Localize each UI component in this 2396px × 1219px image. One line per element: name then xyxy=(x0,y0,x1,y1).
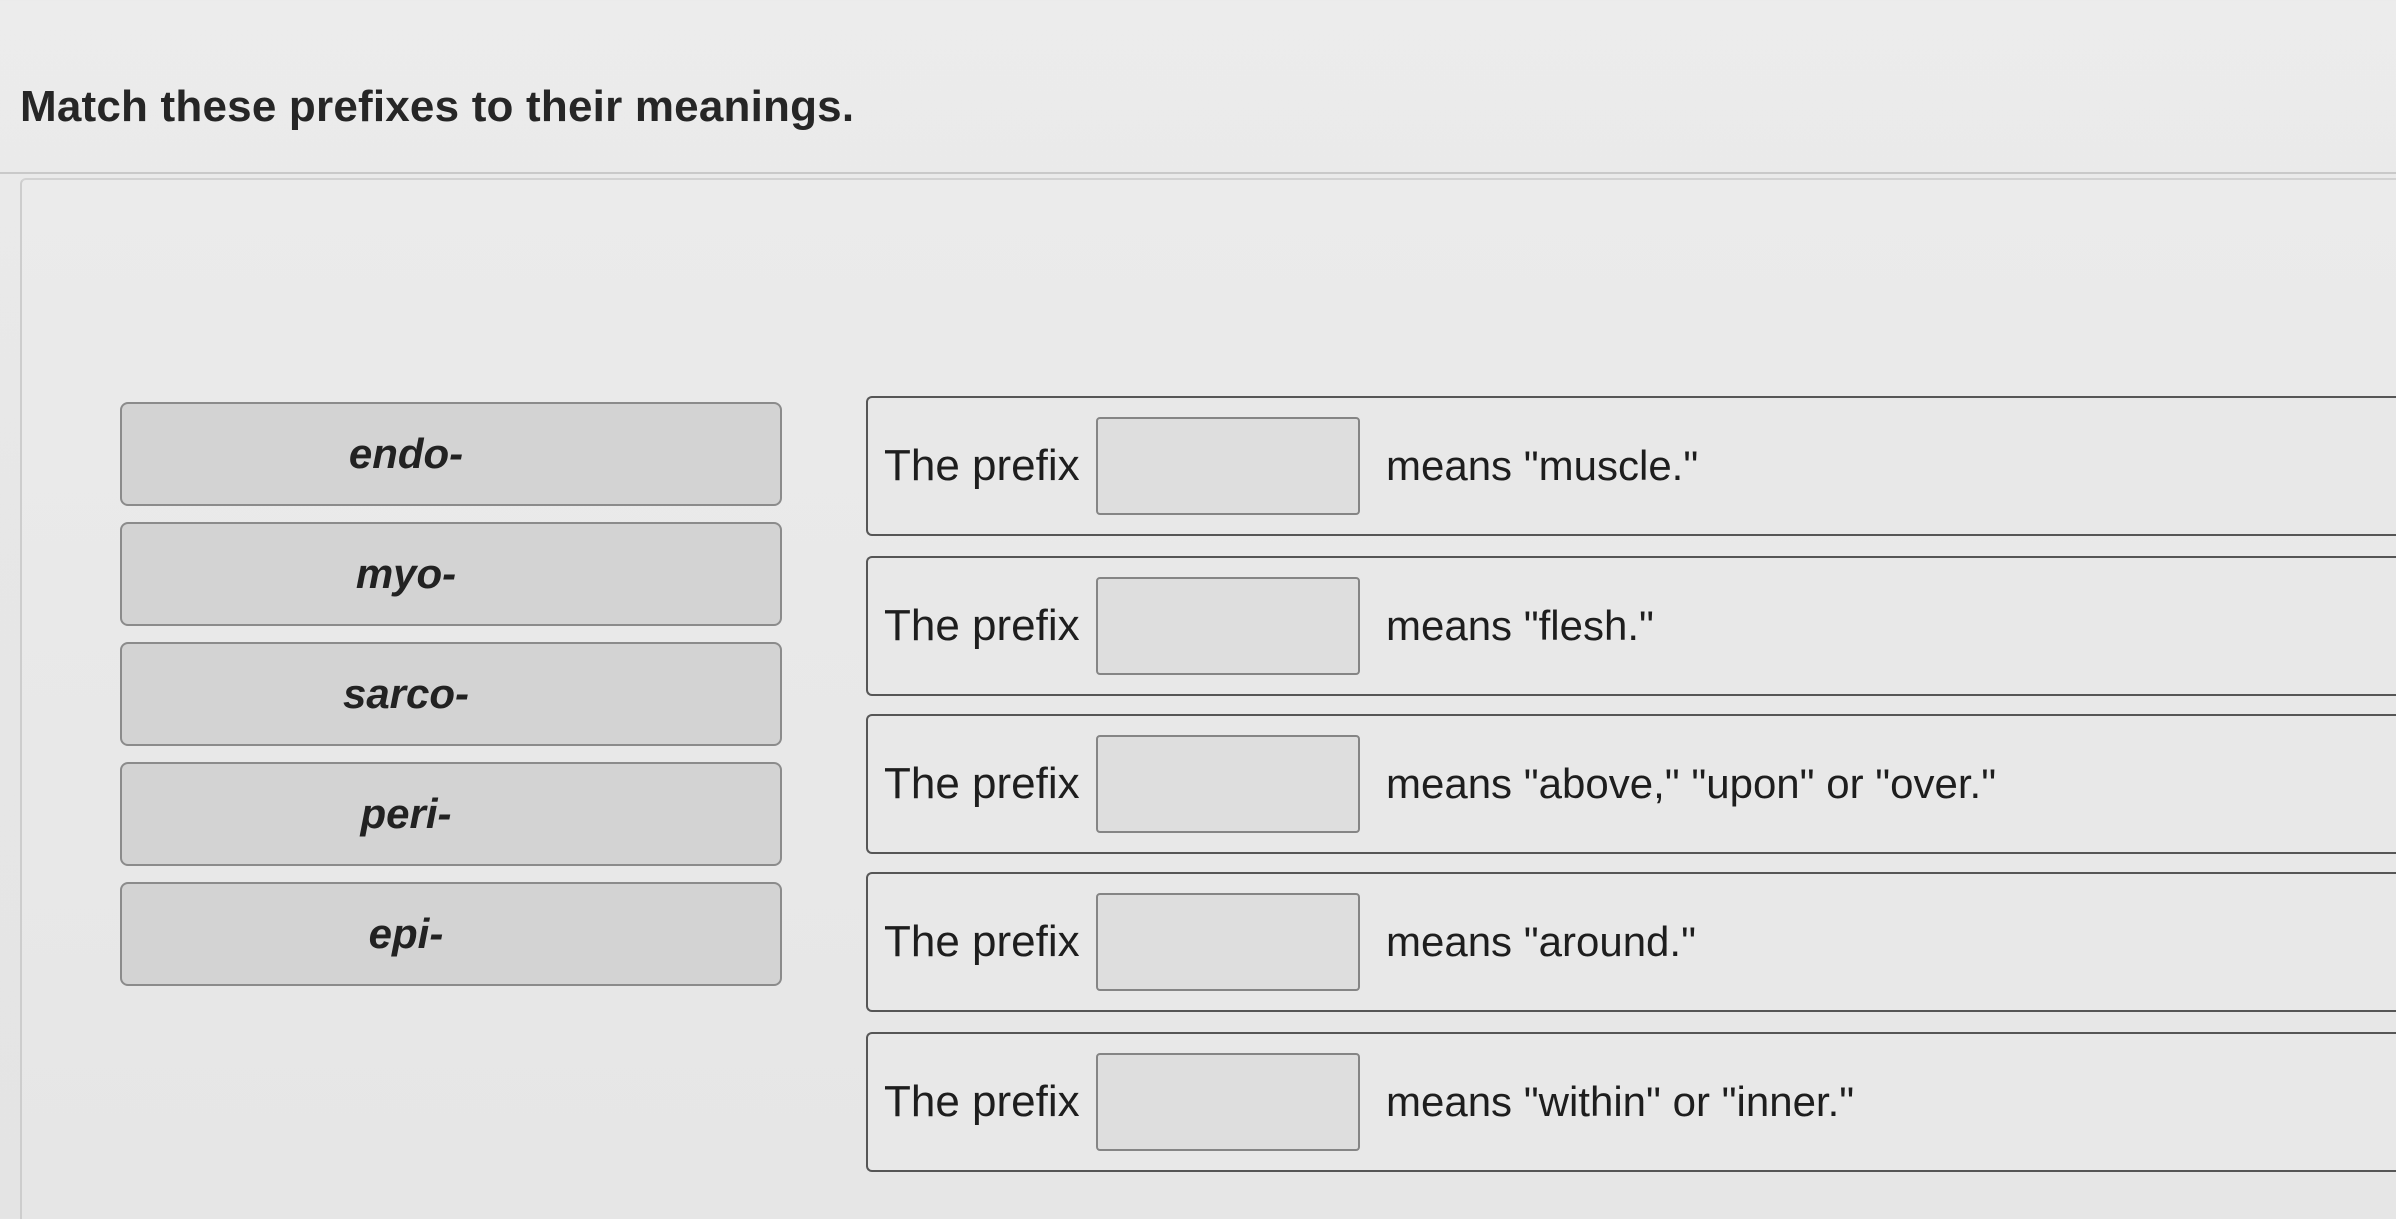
answer-drop-slot[interactable] xyxy=(1096,417,1360,515)
meaning-text: means "above," "upon" or "over." xyxy=(1386,760,1997,807)
sentence-lead-text: The prefix xyxy=(884,759,1080,808)
prefix-chip-label: peri- xyxy=(360,790,452,837)
sentence-lead-text: The prefix xyxy=(884,601,1080,650)
meaning-text: means "within" or "inner." xyxy=(1386,1078,1855,1125)
sentence-row-around: The prefix means "around." xyxy=(866,872,2396,1012)
sentence-row-flesh: The prefix means "flesh." xyxy=(866,556,2396,696)
title-divider xyxy=(0,172,2396,174)
prefix-chip-peri[interactable]: peri- xyxy=(120,762,782,866)
prefix-chip-label: epi- xyxy=(368,910,444,957)
meaning-text: means "muscle." xyxy=(1386,442,1699,489)
sentence-row-muscle: The prefix means "muscle." xyxy=(866,396,2396,536)
matching-question-page: Match these prefixes to their meanings. … xyxy=(0,0,2396,1219)
answer-drop-slot[interactable] xyxy=(1096,577,1360,675)
sentence-lead-text: The prefix xyxy=(884,441,1080,490)
prefix-chip-sarco[interactable]: sarco- xyxy=(120,642,782,746)
sentence-row-within: The prefix means "within" or "inner." xyxy=(866,1032,2396,1172)
prefix-chip-endo[interactable]: endo- xyxy=(120,402,782,506)
question-title: Match these prefixes to their meanings. xyxy=(20,82,855,131)
answer-drop-slot[interactable] xyxy=(1096,1053,1360,1151)
meaning-text: means "flesh." xyxy=(1386,602,1654,649)
sentence-lead-text: The prefix xyxy=(884,1077,1080,1126)
prefix-chip-epi[interactable]: epi- xyxy=(120,882,782,986)
prefix-chip-myo[interactable]: myo- xyxy=(120,522,782,626)
prefix-chip-label: sarco- xyxy=(342,670,470,717)
answer-drop-slot[interactable] xyxy=(1096,735,1360,833)
meaning-text: means "around." xyxy=(1386,918,1696,965)
sentence-lead-text: The prefix xyxy=(884,917,1080,966)
answer-drop-slot[interactable] xyxy=(1096,893,1360,991)
prefix-chip-label: myo- xyxy=(355,550,457,597)
prefix-chip-label: endo- xyxy=(348,430,464,477)
sentence-row-above: The prefix means "above," "upon" or "ove… xyxy=(866,714,2396,854)
